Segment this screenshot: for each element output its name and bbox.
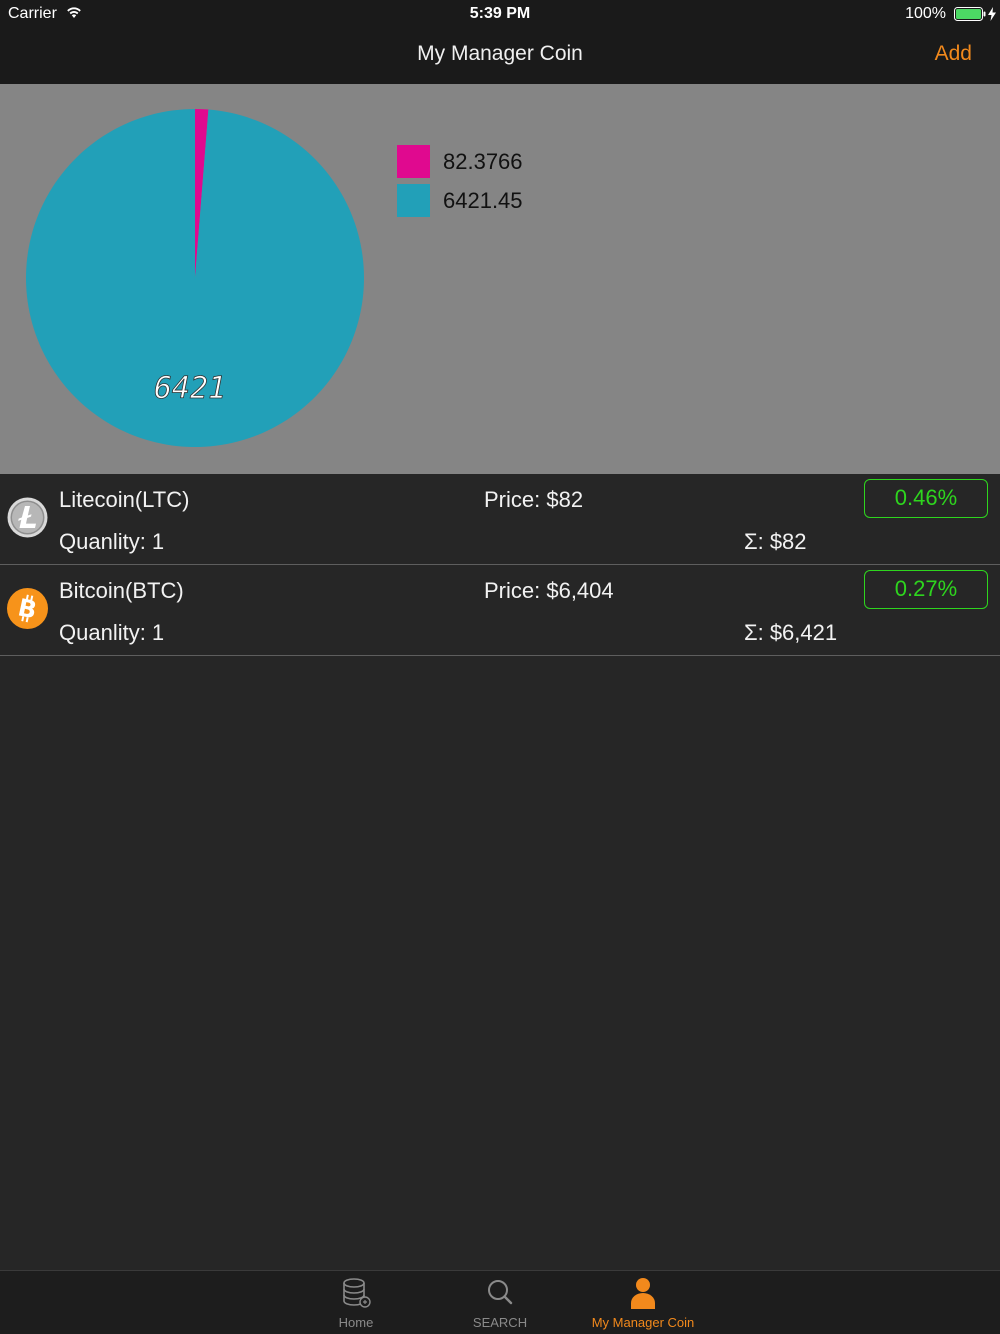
coin-change-badge: 0.46%	[864, 479, 988, 518]
tab-home[interactable]: Home	[286, 1271, 426, 1334]
coin-name: Bitcoin(BTC)	[59, 578, 184, 603]
legend-swatch	[397, 184, 430, 217]
person-icon	[631, 1278, 655, 1309]
battery-icon	[954, 7, 986, 21]
tab-label: SEARCH	[472, 1315, 528, 1330]
app-root: Carrier 5:39 PM 100% My Manager Coin Add…	[0, 0, 1000, 1334]
coin-name: Litecoin(LTC)	[59, 487, 190, 512]
status-time: 5:39 PM	[469, 5, 531, 22]
battery-percentage: 100%	[905, 5, 946, 22]
status-bar: Carrier 5:39 PM 100%	[0, 0, 1000, 28]
coin-row-btc[interactable]: B Bitcoin(BTC) Quanlity: 1 Price: $6,404…	[0, 565, 1000, 656]
coin-total: Σ: $82	[744, 529, 807, 554]
tab-search[interactable]: SEARCH	[430, 1271, 570, 1334]
coin-price: Price: $6,404	[484, 578, 614, 603]
charging-icon	[988, 7, 996, 21]
coin-row-ltc[interactable]: Litecoin(LTC) Quanlity: 1 Price: $82 Σ: …	[0, 474, 1000, 565]
tab-bar: Home SEARCH My Manager Coin	[0, 1270, 1000, 1334]
coin-quantity: Quanlity: 1	[59, 620, 165, 645]
pie-chart: 6421	[25, 109, 365, 447]
page-title: My Manager Coin	[417, 42, 583, 65]
portfolio-chart: 6421 82.3766 6421.45	[0, 84, 1000, 474]
tab-my-manager-coin[interactable]: My Manager Coin	[573, 1271, 713, 1334]
legend-swatch	[397, 145, 430, 178]
coin-quantity: Quanlity: 1	[59, 529, 165, 554]
pie-slice-value-label: 6421	[154, 371, 226, 406]
coin-price: Price: $82	[484, 487, 584, 512]
bitcoin-logo-icon: B	[7, 588, 48, 629]
litecoin-logo-icon	[7, 497, 48, 538]
legend-item-1: 6421.45	[397, 181, 523, 220]
search-icon	[488, 1280, 513, 1305]
database-icon	[343, 1278, 371, 1308]
legend-label: 82.3766	[443, 148, 523, 174]
tab-label: My Manager Coin	[591, 1315, 695, 1330]
coin-change-badge: 0.27%	[864, 570, 988, 609]
coin-total: Σ: $6,421	[744, 620, 838, 645]
add-button[interactable]: Add	[935, 42, 972, 66]
coin-list: Litecoin(LTC) Quanlity: 1 Price: $82 Σ: …	[0, 474, 1000, 656]
tab-label: Home	[338, 1315, 374, 1330]
chart-legend: 82.3766 6421.45	[397, 142, 523, 220]
legend-label: 6421.45	[443, 187, 523, 213]
navigation-bar: My Manager Coin Add	[0, 28, 1000, 84]
legend-item-0: 82.3766	[397, 142, 523, 181]
